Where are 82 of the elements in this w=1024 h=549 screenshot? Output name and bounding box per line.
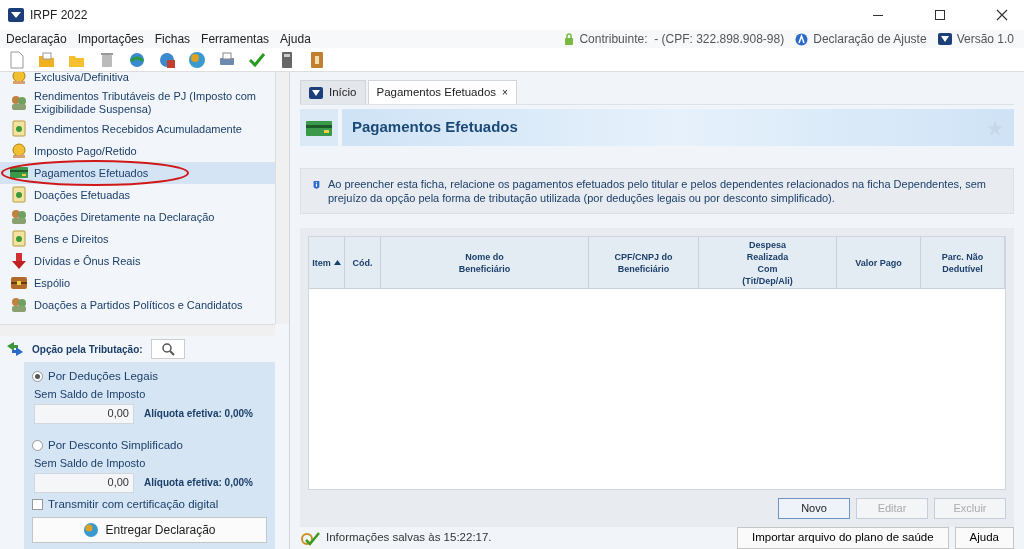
column-header[interactable]: Item xyxy=(309,237,345,288)
column-header[interactable]: Cód. xyxy=(345,237,381,288)
saved-check-icon xyxy=(300,530,320,546)
open-folder-icon[interactable] xyxy=(38,50,56,69)
option-label: Por Deduções Legais xyxy=(48,369,158,384)
menu-item[interactable]: Declaração xyxy=(6,30,67,48)
coin-icon xyxy=(10,72,28,86)
action-button[interactable]: Novo xyxy=(778,498,850,519)
tab[interactable]: Início xyxy=(300,80,366,105)
version-label: Versão 1.0 xyxy=(956,31,1014,48)
close-icon[interactable] xyxy=(996,9,1008,21)
app-logo-icon xyxy=(8,8,24,22)
section-label: Opção pela Tributação: xyxy=(32,342,143,357)
status-message: Informações salvas às 15:22:17. xyxy=(326,530,492,546)
document-icon xyxy=(10,120,28,138)
sidebar-item[interactable]: Dívidas e Ônus Reais xyxy=(0,250,275,272)
menu-item[interactable]: Importações xyxy=(77,30,144,48)
status-button[interactable]: Ajuda xyxy=(954,527,1014,549)
column-header[interactable]: Despesa Realizada Com (Tit/Dep/Ali) xyxy=(699,237,837,288)
check-icon[interactable] xyxy=(248,50,266,69)
contributor-label: Contribuinte: - (CPF: 322.898.908-98) xyxy=(579,31,785,48)
menu-item[interactable]: Ferramentas xyxy=(201,30,270,48)
app-logo-icon xyxy=(937,33,952,45)
info-text: Ao preencher esta ficha, relacione os pagamentos efetuados pelo titular e pelos dependentes relacionados na ficha Dependentes, sem prejuízo da opção pela forma de tributação utilizada (por deduções legais ou por desconto simplificado). xyxy=(327,177,987,205)
rate-label: Alíquota efetiva: 0,00% xyxy=(144,476,253,490)
sidebar-item[interactable]: Pagamentos Efetuados xyxy=(0,162,275,184)
checkbox-label: Transmitir com certificação digital xyxy=(48,496,219,512)
tab[interactable]: Pagamentos Efetuados × xyxy=(367,80,517,105)
status-button[interactable]: Importar arquivo do plano de saúde xyxy=(737,527,949,549)
document-icon xyxy=(10,186,28,204)
people-icon xyxy=(10,296,28,314)
maximize-icon[interactable] xyxy=(934,9,946,21)
declaration-type-label: Declaração de Ajuste xyxy=(813,31,927,48)
sidebar-item[interactable]: Doações a Partidos Políticos e Candidatos xyxy=(0,294,275,316)
help-book-icon[interactable] xyxy=(308,50,326,69)
lock-icon xyxy=(564,32,575,46)
option-sublabel: Sem Saldo de Imposto xyxy=(33,456,147,471)
sidebar-item[interactable]: Doações Diretamente na Declaração xyxy=(0,206,275,228)
close-tab-button[interactable]: × xyxy=(502,85,508,101)
checkbox[interactable] xyxy=(32,498,43,510)
down-arrow-icon xyxy=(10,252,28,270)
option-sublabel: Sem Saldo de Imposto xyxy=(33,387,147,403)
column-header[interactable]: Valor Pago xyxy=(837,237,921,288)
value-field[interactable]: 0,00 xyxy=(34,403,134,424)
globe-icon[interactable] xyxy=(128,50,146,69)
horizontal-scrollbar[interactable] xyxy=(0,324,275,336)
trash-icon[interactable] xyxy=(98,50,116,69)
sidebar-item[interactable]: Doações Efetuadas xyxy=(0,184,275,206)
vertical-scrollbar[interactable] xyxy=(275,72,289,324)
column-header[interactable]: Nome do Beneficiário xyxy=(381,237,589,288)
people-icon xyxy=(10,94,28,112)
document-icon xyxy=(10,230,28,248)
app-logo-icon xyxy=(309,86,323,99)
new-file-icon[interactable] xyxy=(8,50,26,69)
swap-arrows-icon xyxy=(6,341,24,357)
sidebar-item[interactable]: Rendimentos Recebidos Acumuladamente xyxy=(0,118,275,140)
column-header[interactable]: Parc. Não Dedutível xyxy=(921,237,1005,288)
sidebar-item[interactable]: Exclusiva/Definitiva xyxy=(0,72,275,88)
globe-icon[interactable] xyxy=(188,50,206,69)
window-title: IRPF 2022 xyxy=(30,7,88,24)
option-label: Por Desconto Simplificado xyxy=(48,437,183,453)
globe-icon xyxy=(83,522,100,538)
sidebar-item[interactable]: Rendimentos Tributáveis de PJ (Imposto com Exigibilidade Suspensa) xyxy=(0,88,275,118)
people-icon xyxy=(10,208,28,226)
page-title: Pagamentos Efetuados xyxy=(352,117,518,138)
menu-item[interactable]: Fichas xyxy=(154,30,191,48)
value-field[interactable]: 0,00 xyxy=(34,472,134,493)
sidebar-item[interactable]: Imposto Pago/Retido xyxy=(0,140,275,162)
sidebar-item[interactable]: Bens e Direitos xyxy=(0,228,275,250)
coin-icon xyxy=(10,142,28,160)
radio-button[interactable] xyxy=(32,371,43,383)
search-icon xyxy=(160,342,175,356)
submit-button[interactable]: Entregar Declaração xyxy=(32,517,267,543)
search-button[interactable] xyxy=(150,339,185,359)
sidebar-item[interactable]: Espólio xyxy=(0,272,275,294)
chest-icon xyxy=(10,274,28,292)
card-icon xyxy=(306,118,332,137)
radio-button[interactable] xyxy=(32,439,43,451)
column-header[interactable]: CPF/CNPJ do Beneficiário xyxy=(589,237,699,288)
globe-icon[interactable] xyxy=(158,50,176,69)
menu-item[interactable]: Ajuda xyxy=(280,30,311,48)
rate-label: Alíquota efetiva: 0,00% xyxy=(144,407,253,422)
